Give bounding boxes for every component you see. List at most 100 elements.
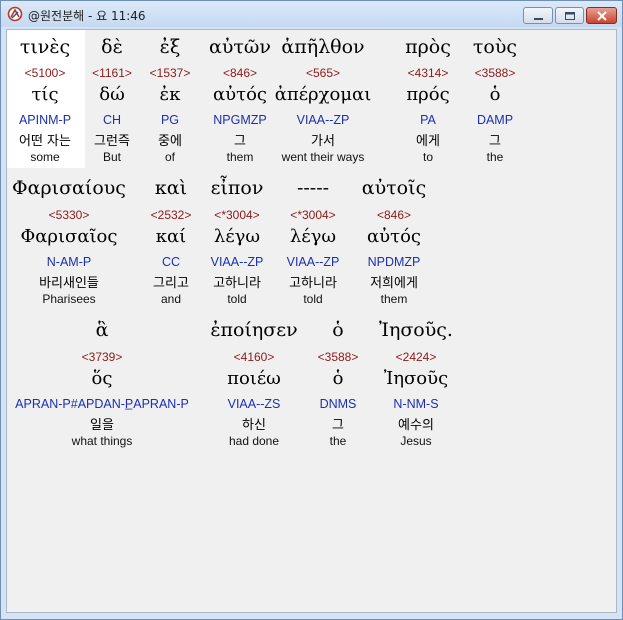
lemma: δώ <box>99 84 125 105</box>
morphology: APINM-P <box>18 113 72 127</box>
morphology: CC <box>161 255 181 269</box>
maximize-icon <box>565 12 575 20</box>
lemma: λέγω <box>289 226 337 247</box>
lemma: ὅς <box>91 368 113 389</box>
lemma: ὁ <box>489 84 501 105</box>
morphology: PG <box>160 113 180 127</box>
lemma: πρός <box>406 84 450 105</box>
morphology: PA <box>420 113 436 127</box>
morphology: APRAN-P#APDAN-P̲APRAN-P <box>15 397 189 411</box>
strong-number: <3588> <box>317 350 359 364</box>
lemma: Φαρισαῖος <box>20 226 118 247</box>
morphology: VIAA--ZP <box>210 255 264 269</box>
english-gloss: and <box>160 292 182 306</box>
greek-word: Φαρισαίους <box>12 177 126 199</box>
close-button[interactable] <box>586 7 617 24</box>
greek-word: ἃ <box>95 319 109 341</box>
lemma: αὐτός <box>213 84 267 105</box>
korean-gloss: 저희에게 <box>370 276 418 291</box>
korean-gloss: 그 <box>489 134 501 149</box>
greek-word: αὐτοῖς <box>361 177 427 199</box>
english-gloss: the <box>329 434 347 448</box>
korean-gloss: 그리고 <box>153 276 189 291</box>
english-gloss: them <box>380 292 408 306</box>
korean-gloss: 예수의 <box>398 418 434 433</box>
greek-word: καὶ <box>154 177 188 199</box>
korean-gloss: 어떤 자는 <box>19 134 71 149</box>
strong-number: <*3004> <box>290 208 336 222</box>
english-gloss: of <box>164 150 176 164</box>
strong-number: <*3004> <box>214 208 260 222</box>
morphology: DAMP <box>476 113 514 127</box>
english-gloss: what things <box>71 434 133 448</box>
greek-word: ἐξ <box>159 36 181 58</box>
strong-number: <1161> <box>92 66 132 80</box>
english-gloss: told <box>227 292 247 306</box>
morphology: NPDMZP <box>367 255 421 269</box>
strong-number: <846> <box>376 208 412 222</box>
lemma: τίς <box>31 84 59 105</box>
lemma: ἐκ <box>159 84 181 105</box>
morphology: N-NM-S <box>393 397 439 411</box>
lemma: καί <box>155 226 187 247</box>
maximize-button[interactable] <box>555 7 584 24</box>
greek-word: αὐτῶν <box>209 36 271 58</box>
window-title: @원전분해 - 요 11:46 <box>28 9 146 23</box>
korean-gloss: 하신 <box>242 418 266 433</box>
strong-number: <3588> <box>474 66 516 80</box>
app-window: @원전분해 - 요 11:46 τινὲς <5100> τίς APINM-P… <box>0 0 623 620</box>
interlinear-panel: τινὲς <5100> τίς APINM-P 어떤 자는 some δὲ <… <box>6 29 617 613</box>
greek-word: ἐποίησεν <box>210 319 298 341</box>
korean-gloss: 고하니라 <box>289 276 337 291</box>
morphology: NPGMZP <box>213 113 267 127</box>
lemma: λέγω <box>213 226 261 247</box>
greek-word: ἀπῆλθον <box>281 36 365 58</box>
korean-gloss: 바리새인들 <box>39 276 99 291</box>
english-gloss: some <box>30 150 60 164</box>
greek-word: δὲ <box>101 36 123 58</box>
greek-word: τοὺς <box>472 36 518 58</box>
lemma: αὐτός <box>367 226 421 247</box>
morphology: CH <box>102 113 122 127</box>
morphology: VIAA--ZS <box>227 397 281 411</box>
korean-gloss: 중에 <box>158 134 182 149</box>
korean-gloss: 그 <box>234 134 246 149</box>
lemma: Ἰησοῦς <box>383 368 449 389</box>
strong-number: <2424> <box>395 350 437 364</box>
korean-gloss: 그 <box>332 418 344 433</box>
greek-word: ὁ <box>332 319 344 341</box>
morphology: VIAA--ZP <box>286 255 340 269</box>
english-gloss: the <box>486 150 504 164</box>
greek-word: ----- <box>296 177 330 199</box>
korean-gloss: 고하니라 <box>213 276 261 291</box>
english-gloss: went their ways <box>281 150 365 164</box>
morphology: DNMS <box>319 397 357 411</box>
title-bar[interactable]: @원전분해 - 요 11:46 <box>1 1 622 27</box>
minimize-icon <box>534 18 543 20</box>
english-gloss: to <box>422 150 434 164</box>
strong-number: <2532> <box>150 208 192 222</box>
strong-number: <5100> <box>24 66 66 80</box>
english-gloss: Pharisees <box>42 292 96 306</box>
lemma: ποιέω <box>227 368 281 389</box>
strong-number: <1537> <box>149 66 191 80</box>
english-gloss: told <box>303 292 323 306</box>
english-gloss: them <box>226 150 254 164</box>
strong-number: <4314> <box>407 66 449 80</box>
greek-word: τινὲς <box>19 36 71 58</box>
greek-word: πρὸς <box>405 36 451 58</box>
morphology: VIAA--ZP <box>296 113 350 127</box>
lemma: ἀπέρχομαι <box>274 84 372 105</box>
korean-gloss: 그런즉 <box>94 134 130 149</box>
lemma: ὁ <box>332 368 344 389</box>
strong-number: <3739> <box>81 350 123 364</box>
strong-number: <5330> <box>48 208 90 222</box>
korean-gloss: 일을 <box>90 418 114 433</box>
korean-gloss: 에게 <box>416 134 440 149</box>
greek-word: Ἰησοῦς. <box>379 319 453 341</box>
close-icon <box>597 11 607 21</box>
app-logo-icon <box>7 6 23 22</box>
minimize-button[interactable] <box>523 7 553 24</box>
strong-number: <565> <box>305 66 341 80</box>
strong-number: <4160> <box>233 350 275 364</box>
